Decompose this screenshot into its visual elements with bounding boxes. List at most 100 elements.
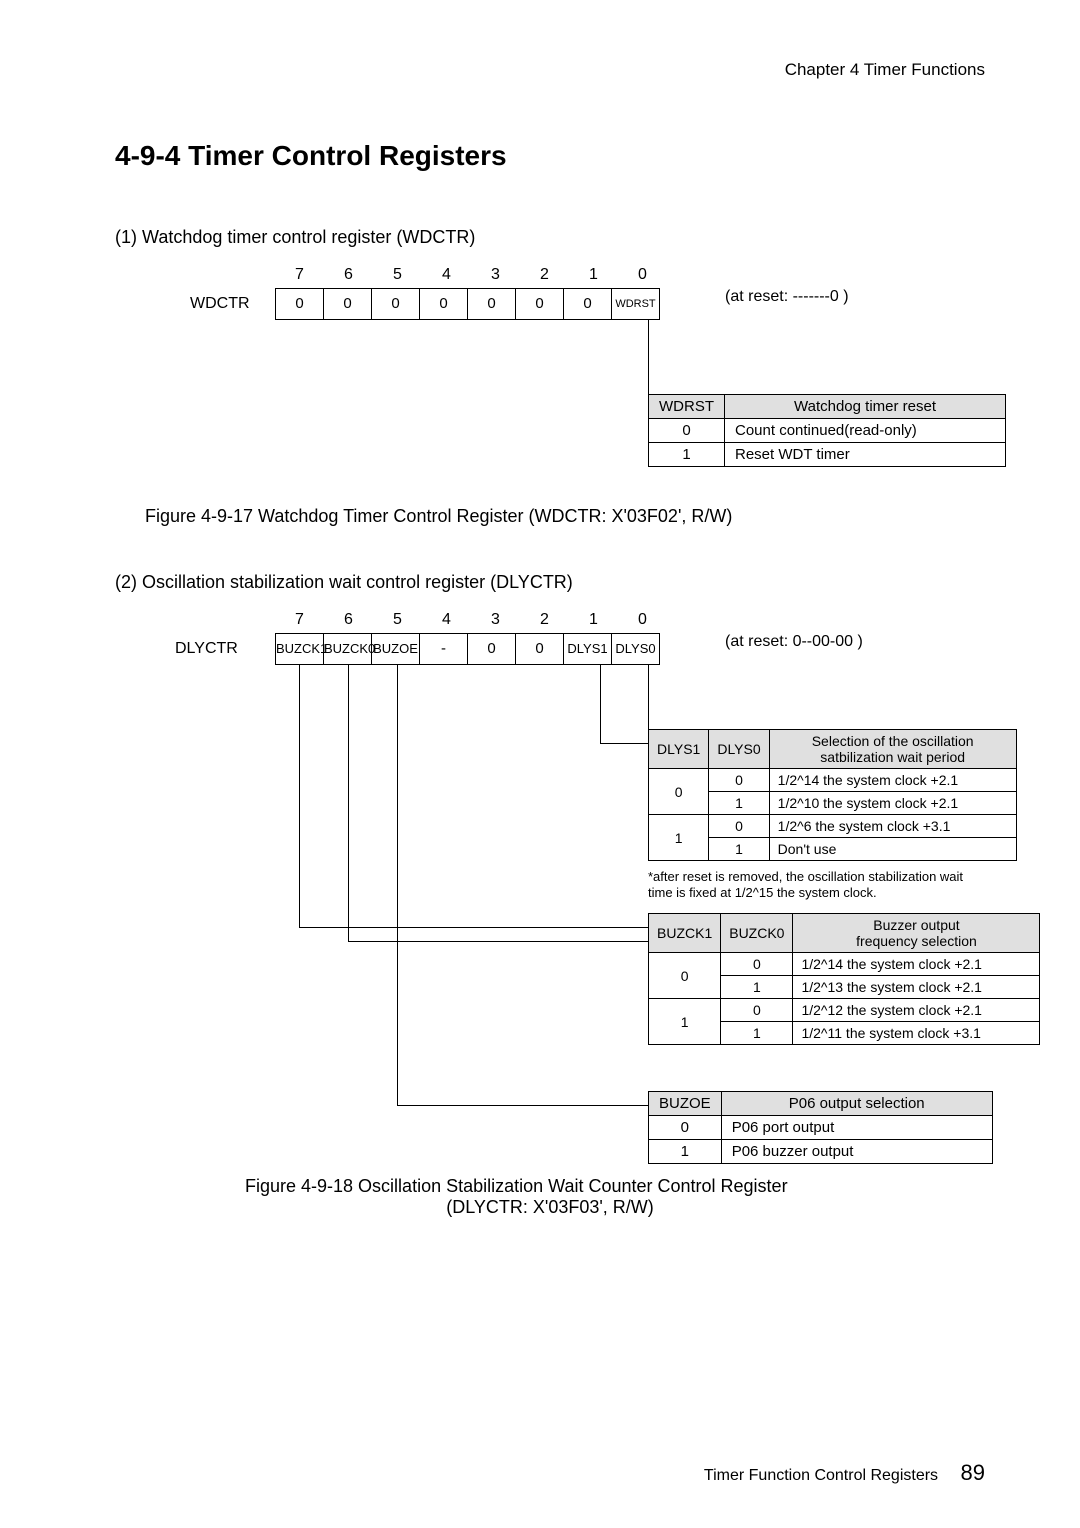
reset-note-2: (at reset: 0--00-00 ) xyxy=(725,633,863,651)
connector-line-1 xyxy=(648,320,649,394)
dB-h3: Buzzer output frequency selection xyxy=(793,914,1040,953)
dA-r2c3: 1/2^10 the system clock +2.1 xyxy=(769,792,1016,815)
chapter-header: Chapter 4 Timer Functions xyxy=(115,60,985,80)
bit-3: 3 xyxy=(471,266,520,284)
dA-r1c3: 1/2^14 the system clock +2.1 xyxy=(769,769,1016,792)
conn-b3 xyxy=(348,665,349,941)
dA-r4c2: 1 xyxy=(709,838,769,861)
cell-b1: 0 xyxy=(564,289,612,319)
buzoe-table: BUZOE P06 output selection 0 P06 port ou… xyxy=(648,1091,993,1164)
wdrst-r2b: Reset WDT timer xyxy=(725,443,1006,467)
cell2-b7: BUZCK1 xyxy=(276,634,324,664)
dB-r3c1: 1 xyxy=(649,999,721,1045)
cell-b0: WDRST xyxy=(612,289,659,319)
dB-h1: BUZCK1 xyxy=(649,914,721,953)
conn-b4 xyxy=(348,941,648,942)
cell-b4: 0 xyxy=(420,289,468,319)
subhead-2: (2) Oscillation stabilization wait contr… xyxy=(115,572,985,593)
dA-h3: Selection of the oscillation satbilizati… xyxy=(769,730,1016,769)
figure-caption-2a: Figure 4-9-18 Oscillation Stabilization … xyxy=(245,1176,985,1197)
bit-numbers-1: 7 6 5 4 3 2 1 0 xyxy=(275,266,667,284)
subhead-1: (1) Watchdog timer control register (WDC… xyxy=(115,227,985,248)
dA-r3c2: 0 xyxy=(709,815,769,838)
section-title: 4-9-4 Timer Control Registers xyxy=(115,140,985,172)
dB-r4c3: 1/2^11 the system clock +3.1 xyxy=(793,1022,1040,1045)
bit-7: 7 xyxy=(275,266,324,284)
bit2-4: 4 xyxy=(422,611,471,629)
figure-caption-2b: (DLYCTR: X'03F03', R/W) xyxy=(115,1197,985,1218)
wdrst-head-2: Watchdog timer reset xyxy=(725,395,1006,419)
conn-c1 xyxy=(397,665,398,1105)
register-label-2: DLYCTR xyxy=(175,640,275,658)
dC-r2c1: 1 xyxy=(649,1140,722,1164)
cell-b2: 0 xyxy=(516,289,564,319)
dA-r3c1: 1 xyxy=(649,815,709,861)
dA-r2c2: 1 xyxy=(709,792,769,815)
dB-r2c2: 1 xyxy=(721,976,793,999)
conn-a3 xyxy=(600,743,648,744)
dB-r4c2: 1 xyxy=(721,1022,793,1045)
wdrst-r2a: 1 xyxy=(649,443,725,467)
cell2-b1: DLYS1 xyxy=(564,634,612,664)
register-row-1: WDCTR 0 0 0 0 0 0 0 WDRST xyxy=(190,288,660,320)
cell2-b2: 0 xyxy=(516,634,564,664)
conn-b2 xyxy=(299,927,648,928)
bit-numbers-2: 7 6 5 4 3 2 1 0 xyxy=(275,611,667,629)
dC-r2c2: P06 buzzer output xyxy=(721,1140,992,1164)
dC-r1c2: P06 port output xyxy=(721,1116,992,1140)
dA-h2: DLYS0 xyxy=(709,730,769,769)
dlys-note: *after reset is removed, the oscillation… xyxy=(648,869,985,900)
dC-h2: P06 output selection xyxy=(721,1092,992,1116)
conn-a1 xyxy=(648,665,649,729)
bit-5: 5 xyxy=(373,266,422,284)
dA-r4c3: Don't use xyxy=(769,838,1016,861)
dA-h1: DLYS1 xyxy=(649,730,709,769)
cell-b7: 0 xyxy=(276,289,324,319)
bit2-2: 2 xyxy=(520,611,569,629)
cell-b3: 0 xyxy=(468,289,516,319)
wdrst-head-1: WDRST xyxy=(649,395,725,419)
register-row-2: DLYCTR BUZCK1 BUZCK0 BUZOE - 0 0 DLYS1 D… xyxy=(175,633,660,665)
dC-r1c1: 0 xyxy=(649,1116,722,1140)
dB-r2c3: 1/2^13 the system clock +2.1 xyxy=(793,976,1040,999)
dA-r3c3: 1/2^6 the system clock +3.1 xyxy=(769,815,1016,838)
cell-b5: 0 xyxy=(372,289,420,319)
bit2-0: 0 xyxy=(618,611,667,629)
bit-1: 1 xyxy=(569,266,618,284)
bit2-5: 5 xyxy=(373,611,422,629)
dB-r1c1: 0 xyxy=(649,953,721,999)
wdrst-r1a: 0 xyxy=(649,419,725,443)
bit-2: 2 xyxy=(520,266,569,284)
cell2-b6: BUZCK0 xyxy=(324,634,372,664)
dC-h1: BUZOE xyxy=(649,1092,722,1116)
dB-r1c3: 1/2^14 the system clock +2.1 xyxy=(793,953,1040,976)
register-label-1: WDCTR xyxy=(190,295,275,313)
bit2-6: 6 xyxy=(324,611,373,629)
figure-caption-1: Figure 4-9-17 Watchdog Timer Control Reg… xyxy=(145,506,985,527)
dB-r3c3: 1/2^12 the system clock +2.1 xyxy=(793,999,1040,1022)
bit2-1: 1 xyxy=(569,611,618,629)
register-figure-1: 7 6 5 4 3 2 1 0 WDCTR 0 0 0 0 0 0 0 WDRS… xyxy=(115,266,985,496)
dB-r3c2: 0 xyxy=(721,999,793,1022)
reset-note-1: (at reset: -------0 ) xyxy=(725,288,849,306)
cell-b6: 0 xyxy=(324,289,372,319)
buzck-table: BUZCK1 BUZCK0 Buzzer output frequency se… xyxy=(648,913,1040,1045)
bit-6: 6 xyxy=(324,266,373,284)
wdrst-r1b: Count continued(read-only) xyxy=(725,419,1006,443)
cell2-b3: 0 xyxy=(468,634,516,664)
dlys-table: DLYS1 DLYS0 Selection of the oscillation… xyxy=(648,729,1017,861)
dB-r1c2: 0 xyxy=(721,953,793,976)
bit2-7: 7 xyxy=(275,611,324,629)
conn-a2 xyxy=(600,665,601,743)
cell2-b4: - xyxy=(420,634,468,664)
cell2-b5: BUZOE xyxy=(372,634,420,664)
wdrst-table: WDRST Watchdog timer reset 0 Count conti… xyxy=(648,394,1006,467)
cell2-b0: DLYS0 xyxy=(612,634,659,664)
page-number: 89 xyxy=(961,1460,985,1485)
dA-r1c2: 0 xyxy=(709,769,769,792)
conn-b1 xyxy=(299,665,300,927)
dB-h2: BUZCK0 xyxy=(721,914,793,953)
register-figure-2: 7 6 5 4 3 2 1 0 DLYCTR BUZCK1 BUZCK0 BUZ… xyxy=(115,611,985,1176)
dA-r1c1: 0 xyxy=(649,769,709,815)
bit2-3: 3 xyxy=(471,611,520,629)
